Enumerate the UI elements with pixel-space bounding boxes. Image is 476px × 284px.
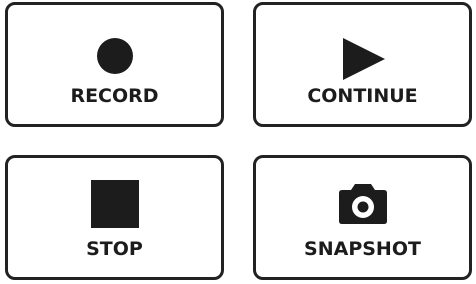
snapshot-button[interactable]: SNAPSHOT: [253, 155, 472, 280]
record-button[interactable]: RECORD: [5, 2, 224, 127]
snapshot-button-label: SNAPSHOT: [304, 238, 421, 260]
record-button-label: RECORD: [70, 85, 159, 107]
stop-button-label: STOP: [86, 238, 143, 260]
stop-square-icon: [90, 180, 139, 228]
camera-icon: [338, 184, 387, 224]
continue-button-label: CONTINUE: [307, 85, 418, 107]
record-circle-icon: [96, 38, 133, 74]
continue-button[interactable]: CONTINUE: [253, 2, 472, 127]
stop-button[interactable]: STOP: [5, 155, 224, 280]
play-triangle-icon: [342, 38, 385, 80]
